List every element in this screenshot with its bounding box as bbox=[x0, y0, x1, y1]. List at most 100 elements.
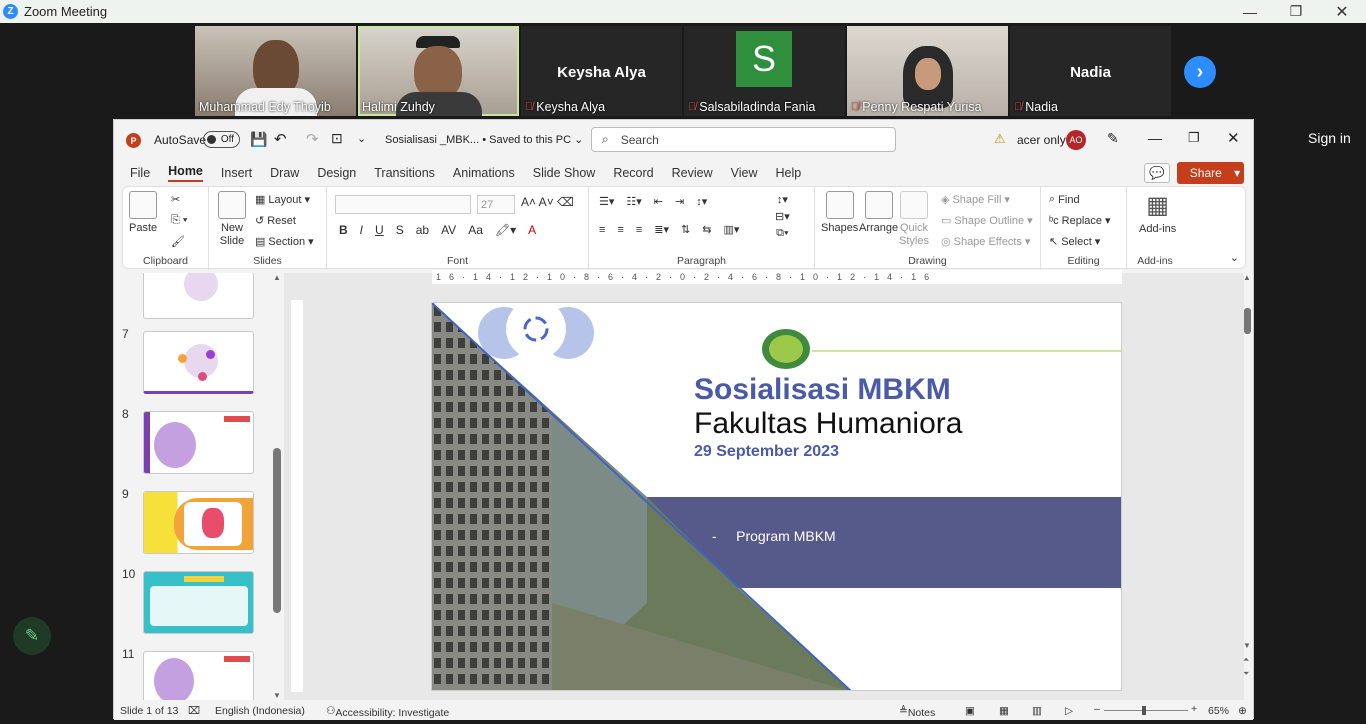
comments-icon[interactable]: 💬 bbox=[1144, 163, 1170, 183]
thumbnails-scrollbar[interactable]: ▲ ▼ bbox=[272, 273, 284, 700]
horizontal-ruler: 16·14·12·10·8·6·4·2·0·2·4·6·8·10·12·14·1… bbox=[432, 270, 1122, 284]
collapse-ribbon-icon[interactable]: ⌄ bbox=[1230, 251, 1239, 264]
minimize-icon[interactable]: — bbox=[1227, 0, 1273, 23]
sign-in-link[interactable]: Sign in bbox=[1308, 130, 1351, 146]
prev-slide-icon[interactable]: ⏶ bbox=[1243, 655, 1249, 665]
normal-view-icon[interactable]: ▣ bbox=[965, 705, 975, 717]
tab-review[interactable]: Review bbox=[672, 166, 713, 180]
autosave-toggle[interactable]: Off bbox=[203, 131, 240, 148]
copy-icon[interactable]: ⎘ ▾ bbox=[171, 214, 187, 227]
participant-tile[interactable]: 🎙̸ Penny Respati Yurisa bbox=[847, 26, 1008, 116]
search-input[interactable]: ⌕ Search bbox=[591, 127, 896, 152]
slideshow-view-icon[interactable]: ▷ bbox=[1065, 705, 1073, 717]
participant-tile[interactable]: Nadia 🎙̸ Nadia bbox=[1010, 26, 1171, 116]
replace-button[interactable]: ᵇc Replace ▾ bbox=[1049, 214, 1111, 228]
redo-icon[interactable]: ↷ bbox=[306, 130, 319, 148]
select-button[interactable]: ↖ Select ▾ bbox=[1049, 235, 1100, 249]
ppt-close-icon[interactable]: ✕ bbox=[1227, 129, 1240, 147]
customize-toolbar-icon[interactable]: ⌄ bbox=[357, 132, 366, 145]
slide-thumbnail[interactable] bbox=[143, 411, 254, 474]
paste-button[interactable]: Paste bbox=[129, 191, 157, 234]
undo-icon[interactable]: ↶ bbox=[274, 130, 287, 148]
shape-effects-button[interactable]: ◎ Shape Effects ▾ bbox=[941, 235, 1030, 249]
scrollbar-thumb[interactable] bbox=[1244, 308, 1251, 334]
participant-tile[interactable]: Keysha Alya 🎙̸ Keysha Alya bbox=[521, 26, 682, 116]
tab-insert[interactable]: Insert bbox=[221, 166, 252, 180]
group-label: Font bbox=[446, 255, 468, 267]
alignment-icons[interactable]: ≡ ≡ ≡ ≣▾ ⇅ ⇆ ▥▾ bbox=[599, 223, 739, 237]
participant-tile[interactable]: Muhammad Edy Thoyib bbox=[195, 26, 356, 116]
ppt-maximize-icon[interactable]: ❐ bbox=[1188, 130, 1200, 146]
participant-tile[interactable]: S 🎙̸ Salsabiladinda Fania bbox=[684, 26, 845, 116]
ppt-minimize-icon[interactable]: — bbox=[1148, 130, 1162, 146]
tab-home[interactable]: Home bbox=[168, 164, 203, 182]
shape-outline-button[interactable]: ▭ Shape Outline ▾ bbox=[941, 214, 1033, 228]
list-indent-icons[interactable]: ☰▾ ☷▾ ⇤ ⇥ ↕▾ bbox=[599, 195, 707, 208]
tab-design[interactable]: Design bbox=[317, 166, 356, 180]
text-direction-icons[interactable]: ↕▾ ⊟▾ ⧉▾ bbox=[775, 193, 790, 240]
present-icon[interactable]: ⊡ bbox=[331, 130, 343, 147]
tab-help[interactable]: Help bbox=[775, 166, 801, 180]
accessibility-status[interactable]: ⚇ Accessibility: Investigate bbox=[326, 705, 449, 719]
slide-subtitle[interactable]: Fakultas Humaniora bbox=[694, 407, 962, 441]
slide-date[interactable]: 29 September 2023 bbox=[694, 443, 839, 461]
slide-thumbnail[interactable] bbox=[143, 651, 254, 700]
font-grow-shrink-icons[interactable]: A˄ A˅ ⌫ bbox=[521, 195, 574, 209]
section-button[interactable]: ▤ Section ▾ bbox=[255, 235, 314, 249]
zoom-level[interactable]: 65% bbox=[1208, 705, 1229, 717]
slide-thumbnail[interactable] bbox=[143, 331, 254, 394]
new-slide-button[interactable]: New Slide bbox=[217, 191, 247, 248]
next-page-button[interactable]: › bbox=[1184, 56, 1216, 88]
font-size-select[interactable]: 27 bbox=[477, 195, 515, 214]
participant-name: 🎙̸ Salsabiladinda Fania bbox=[688, 100, 816, 114]
close-icon[interactable]: ✕ bbox=[1319, 0, 1365, 23]
reading-view-icon[interactable]: ▥ bbox=[1032, 705, 1042, 717]
home-ribbon: Paste ✂ ⎘ ▾ 🖌 Clipboard New Slide ▦ Layo… bbox=[122, 186, 1246, 270]
participant-tile-active[interactable]: Halimi Zuhdy bbox=[358, 26, 519, 116]
slide-bullet[interactable]: - Program MBKM bbox=[712, 528, 836, 544]
cut-icon[interactable]: ✂ bbox=[171, 193, 180, 206]
save-icon[interactable]: 💾 bbox=[250, 131, 267, 148]
next-slide-icon[interactable]: ⏷ bbox=[1243, 669, 1249, 679]
group-label: Editing bbox=[1067, 255, 1100, 267]
quick-styles-button[interactable]: Quick Styles bbox=[897, 191, 931, 248]
slide-thumbnail[interactable] bbox=[143, 273, 254, 319]
editor-scrollbar[interactable]: ▲ ▼ ⏶ ⏷ bbox=[1242, 273, 1253, 683]
zoom-slider[interactable]: – + bbox=[1094, 703, 1198, 717]
addins-button[interactable]: ▦ Add-ins bbox=[1139, 191, 1176, 235]
format-painter-icon[interactable]: 🖌 bbox=[171, 235, 185, 248]
shape-fill-button[interactable]: ◈ Shape Fill ▾ bbox=[941, 193, 1010, 207]
layout-button[interactable]: ▦ Layout ▾ bbox=[255, 193, 310, 207]
tab-view[interactable]: View bbox=[731, 166, 758, 180]
share-button[interactable]: Share ▾ bbox=[1177, 162, 1244, 184]
arrange-button[interactable]: Arrange bbox=[859, 191, 898, 234]
tab-record[interactable]: Record bbox=[613, 166, 653, 180]
language-status[interactable]: English (Indonesia) bbox=[215, 705, 305, 717]
tab-file[interactable]: File bbox=[130, 166, 150, 180]
spellcheck-icon[interactable]: ⌧ bbox=[188, 705, 200, 717]
tab-slide-show[interactable]: Slide Show bbox=[533, 166, 596, 180]
slide-sorter-icon[interactable]: ▦ bbox=[999, 705, 1009, 717]
maximize-icon[interactable]: ❐ bbox=[1273, 0, 1319, 23]
tab-animations[interactable]: Animations bbox=[453, 166, 515, 180]
slide-thumbnail[interactable] bbox=[143, 491, 254, 554]
slide-title[interactable]: Sosialisasi MBKM bbox=[694, 373, 951, 407]
shapes-button[interactable]: Shapes bbox=[821, 191, 858, 234]
find-button[interactable]: ⌕ Find bbox=[1049, 193, 1080, 206]
reset-button[interactable]: ↺ Reset bbox=[255, 214, 296, 228]
scrollbar-thumb[interactable] bbox=[273, 448, 281, 613]
tab-draw[interactable]: Draw bbox=[270, 166, 299, 180]
font-style-icons[interactable]: B I U Sab AV Aa 🖍▾ A bbox=[339, 223, 536, 237]
notes-button[interactable]: ≜ Notes bbox=[899, 705, 935, 719]
font-name-select[interactable] bbox=[335, 195, 471, 214]
tab-transitions[interactable]: Transitions bbox=[374, 166, 435, 180]
current-slide[interactable]: Sosialisasi MBKM Fakultas Humaniora 29 S… bbox=[431, 302, 1122, 691]
quick-styles-icon bbox=[900, 191, 928, 219]
annotate-pencil-button[interactable]: ✎ bbox=[13, 617, 51, 655]
document-filename[interactable]: Sosialisasi _MBK... • Saved to this PC ⌄ bbox=[385, 133, 583, 146]
slide-thumbnail[interactable] bbox=[143, 571, 254, 634]
pen-icon[interactable]: ✎ bbox=[1107, 130, 1119, 147]
avatar[interactable]: AO bbox=[1066, 130, 1086, 150]
account-name[interactable]: acer only bbox=[1017, 133, 1066, 147]
fit-to-window-icon[interactable]: ⊕ bbox=[1238, 705, 1247, 717]
